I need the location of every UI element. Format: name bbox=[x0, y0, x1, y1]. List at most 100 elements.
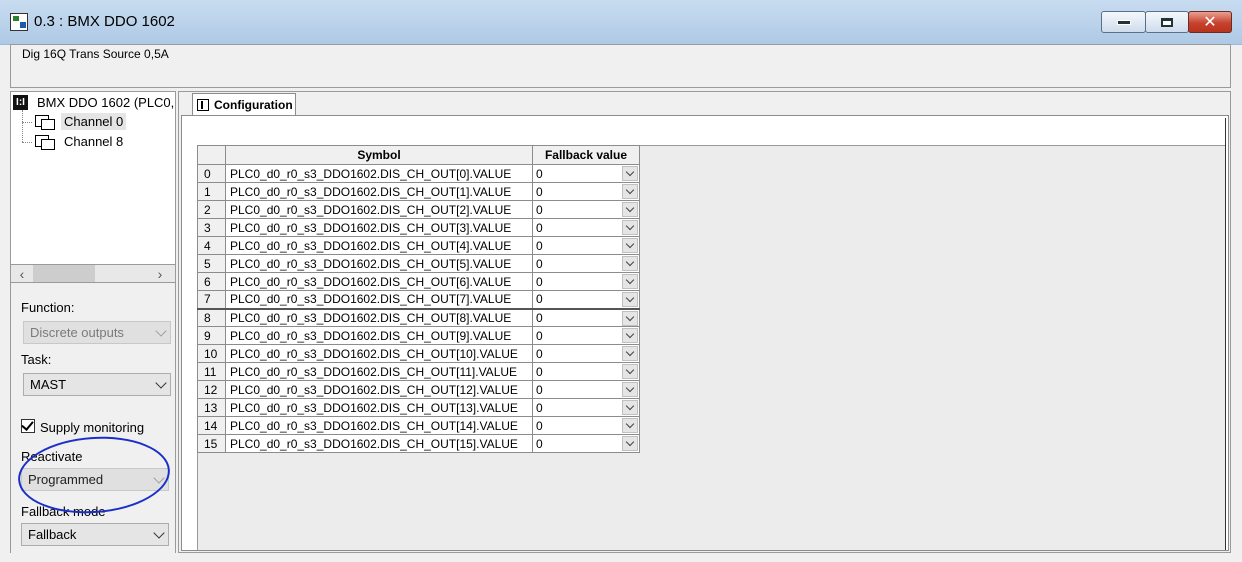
table-row[interactable]: 0 PLC0_d0_r0_s3_DDO1602.DIS_CH_OUT[0].VAL… bbox=[197, 164, 640, 183]
tree-item-channel-0[interactable]: Channel 0 bbox=[35, 113, 127, 130]
channel-icon bbox=[35, 134, 55, 150]
tree-root[interactable]: I:I BMX DDO 1602 (PLC0, bbox=[13, 94, 177, 111]
scroll-left-icon[interactable]: ‹ bbox=[14, 264, 30, 283]
table-row[interactable]: 11 PLC0_d0_r0_s3_DDO1602.DIS_CH_OUT[11].V… bbox=[197, 362, 640, 381]
chevron-down-icon[interactable] bbox=[622, 346, 638, 361]
chevron-down-icon[interactable] bbox=[622, 310, 638, 326]
chevron-down-icon[interactable] bbox=[622, 184, 638, 199]
fallback-value-select[interactable]: 0 bbox=[532, 218, 640, 237]
fallback-mode-label: Fallback mode bbox=[21, 504, 106, 519]
fallback-value-select[interactable]: 0 bbox=[532, 434, 640, 453]
table-row[interactable]: 3 PLC0_d0_r0_s3_DDO1602.DIS_CH_OUT[3].VAL… bbox=[197, 218, 640, 237]
task-value: MAST bbox=[30, 377, 67, 392]
fallback-value-select[interactable]: 0 bbox=[532, 200, 640, 219]
table-row[interactable]: 5 PLC0_d0_r0_s3_DDO1602.DIS_CH_OUT[5].VAL… bbox=[197, 254, 640, 273]
symbol-cell[interactable]: PLC0_d0_r0_s3_DDO1602.DIS_CH_OUT[7].VALU… bbox=[225, 290, 533, 309]
symbol-cell[interactable]: PLC0_d0_r0_s3_DDO1602.DIS_CH_OUT[0].VALU… bbox=[225, 164, 533, 183]
fallback-value: 0 bbox=[536, 328, 543, 343]
symbol-header[interactable]: Symbol bbox=[225, 145, 533, 165]
chevron-down-icon[interactable] bbox=[622, 418, 638, 433]
symbol-cell[interactable]: PLC0_d0_r0_s3_DDO1602.DIS_CH_OUT[2].VALU… bbox=[225, 200, 533, 219]
row-index: 7 bbox=[197, 290, 226, 309]
fallback-value: 0 bbox=[536, 346, 543, 361]
chevron-down-icon[interactable] bbox=[622, 328, 638, 343]
chevron-down-icon[interactable] bbox=[622, 256, 638, 271]
symbol-cell[interactable]: PLC0_d0_r0_s3_DDO1602.DIS_CH_OUT[13].VAL… bbox=[225, 398, 533, 417]
close-button[interactable]: ✕ bbox=[1188, 11, 1232, 33]
fallback-value-select[interactable]: 0 bbox=[532, 272, 640, 291]
row-index: 2 bbox=[197, 200, 226, 219]
fallback-value-select[interactable]: 0 bbox=[532, 380, 640, 399]
table-row[interactable]: 4 PLC0_d0_r0_s3_DDO1602.DIS_CH_OUT[4].VAL… bbox=[197, 236, 640, 255]
tab-configuration[interactable]: Configuration bbox=[192, 93, 296, 115]
fallback-value-select[interactable]: 0 bbox=[532, 307, 640, 327]
index-header bbox=[197, 145, 226, 165]
symbol-cell[interactable]: PLC0_d0_r0_s3_DDO1602.DIS_CH_OUT[1].VALU… bbox=[225, 182, 533, 201]
fallback-value-select[interactable]: 0 bbox=[532, 326, 640, 345]
fallback-value-select[interactable]: 0 bbox=[532, 254, 640, 273]
chevron-down-icon[interactable] bbox=[622, 364, 638, 379]
symbol-cell[interactable]: PLC0_d0_r0_s3_DDO1602.DIS_CH_OUT[6].VALU… bbox=[225, 272, 533, 291]
task-select[interactable]: MAST bbox=[23, 373, 171, 396]
symbol-cell[interactable]: PLC0_d0_r0_s3_DDO1602.DIS_CH_OUT[9].VALU… bbox=[225, 326, 533, 345]
maximize-button[interactable] bbox=[1145, 11, 1189, 33]
fallback-value: 0 bbox=[536, 382, 543, 397]
chevron-down-icon[interactable] bbox=[622, 436, 638, 451]
minimize-button[interactable] bbox=[1101, 11, 1146, 33]
table-row[interactable]: 15 PLC0_d0_r0_s3_DDO1602.DIS_CH_OUT[15].V… bbox=[197, 434, 640, 453]
chevron-down-icon[interactable] bbox=[622, 274, 638, 289]
app-icon bbox=[10, 13, 28, 31]
fallback-value-select[interactable]: 0 bbox=[532, 236, 640, 255]
scroll-right-icon[interactable]: › bbox=[152, 264, 168, 283]
table-row[interactable]: 6 PLC0_d0_r0_s3_DDO1602.DIS_CH_OUT[6].VAL… bbox=[197, 272, 640, 291]
symbol-cell[interactable]: PLC0_d0_r0_s3_DDO1602.DIS_CH_OUT[11].VAL… bbox=[225, 362, 533, 381]
symbol-cell[interactable]: PLC0_d0_r0_s3_DDO1602.DIS_CH_OUT[15].VAL… bbox=[225, 434, 533, 453]
chevron-down-icon[interactable] bbox=[622, 400, 638, 415]
fallback-value-select[interactable]: 0 bbox=[532, 344, 640, 363]
title-bar[interactable] bbox=[0, 0, 1242, 45]
fallback-value-select[interactable]: 0 bbox=[532, 164, 640, 183]
chevron-down-icon[interactable] bbox=[622, 202, 638, 217]
tree-connector bbox=[22, 110, 24, 142]
table-row[interactable]: 8 PLC0_d0_r0_s3_DDO1602.DIS_CH_OUT[8].VAL… bbox=[197, 307, 640, 327]
symbol-cell[interactable]: PLC0_d0_r0_s3_DDO1602.DIS_CH_OUT[4].VALU… bbox=[225, 236, 533, 255]
tree-item-channel-8[interactable]: Channel 8 bbox=[35, 133, 126, 150]
chevron-down-icon[interactable] bbox=[622, 292, 638, 307]
function-label: Function: bbox=[21, 300, 75, 315]
symbol-cell[interactable]: PLC0_d0_r0_s3_DDO1602.DIS_CH_OUT[12].VAL… bbox=[225, 380, 533, 399]
chevron-down-icon[interactable] bbox=[622, 220, 638, 235]
table-row[interactable]: 2 PLC0_d0_r0_s3_DDO1602.DIS_CH_OUT[2].VAL… bbox=[197, 200, 640, 219]
reactivate-label: Reactivate bbox=[21, 449, 83, 464]
symbol-cell[interactable]: PLC0_d0_r0_s3_DDO1602.DIS_CH_OUT[5].VALU… bbox=[225, 254, 533, 273]
symbol-cell[interactable]: PLC0_d0_r0_s3_DDO1602.DIS_CH_OUT[10].VAL… bbox=[225, 344, 533, 363]
fallback-value-select[interactable]: 0 bbox=[532, 182, 640, 201]
symbol-cell[interactable]: PLC0_d0_r0_s3_DDO1602.DIS_CH_OUT[3].VALU… bbox=[225, 218, 533, 237]
table-row[interactable]: 7 PLC0_d0_r0_s3_DDO1602.DIS_CH_OUT[7].VAL… bbox=[197, 290, 640, 309]
table-row[interactable]: 14 PLC0_d0_r0_s3_DDO1602.DIS_CH_OUT[14].V… bbox=[197, 416, 640, 435]
chevron-down-icon[interactable] bbox=[622, 166, 638, 181]
chevron-down-icon[interactable] bbox=[622, 238, 638, 253]
symbol-cell[interactable]: PLC0_d0_r0_s3_DDO1602.DIS_CH_OUT[14].VAL… bbox=[225, 416, 533, 435]
tree-connector bbox=[22, 142, 32, 144]
fallback-value-select[interactable]: 0 bbox=[532, 362, 640, 381]
chevron-down-icon[interactable] bbox=[622, 382, 638, 397]
row-index: 10 bbox=[197, 344, 226, 363]
reactivate-select: Programmed bbox=[21, 468, 169, 491]
scrollbar-thumb[interactable] bbox=[33, 265, 95, 282]
tree-root-label: BMX DDO 1602 (PLC0, bbox=[37, 95, 175, 110]
table-row[interactable]: 9 PLC0_d0_r0_s3_DDO1602.DIS_CH_OUT[9].VAL… bbox=[197, 326, 640, 345]
table-row[interactable]: 12 PLC0_d0_r0_s3_DDO1602.DIS_CH_OUT[12].V… bbox=[197, 380, 640, 399]
maximize-icon bbox=[1161, 17, 1173, 27]
table-row[interactable]: 13 PLC0_d0_r0_s3_DDO1602.DIS_CH_OUT[13].V… bbox=[197, 398, 640, 417]
divider bbox=[1225, 118, 1226, 550]
symbol-cell[interactable]: PLC0_d0_r0_s3_DDO1602.DIS_CH_OUT[8].VALU… bbox=[225, 307, 533, 327]
table-row[interactable]: 10 PLC0_d0_r0_s3_DDO1602.DIS_CH_OUT[10].V… bbox=[197, 344, 640, 363]
fallback-value: 0 bbox=[536, 202, 543, 217]
table-row[interactable]: 1 PLC0_d0_r0_s3_DDO1602.DIS_CH_OUT[1].VAL… bbox=[197, 182, 640, 201]
configuration-icon bbox=[197, 98, 209, 111]
fallback-mode-select[interactable]: Fallback bbox=[21, 523, 169, 546]
fallback-value-select[interactable]: 0 bbox=[532, 398, 640, 417]
fallback-value-select[interactable]: 0 bbox=[532, 416, 640, 435]
fallback-value-select[interactable]: 0 bbox=[532, 290, 640, 309]
fallback-header[interactable]: Fallback value bbox=[532, 145, 640, 165]
